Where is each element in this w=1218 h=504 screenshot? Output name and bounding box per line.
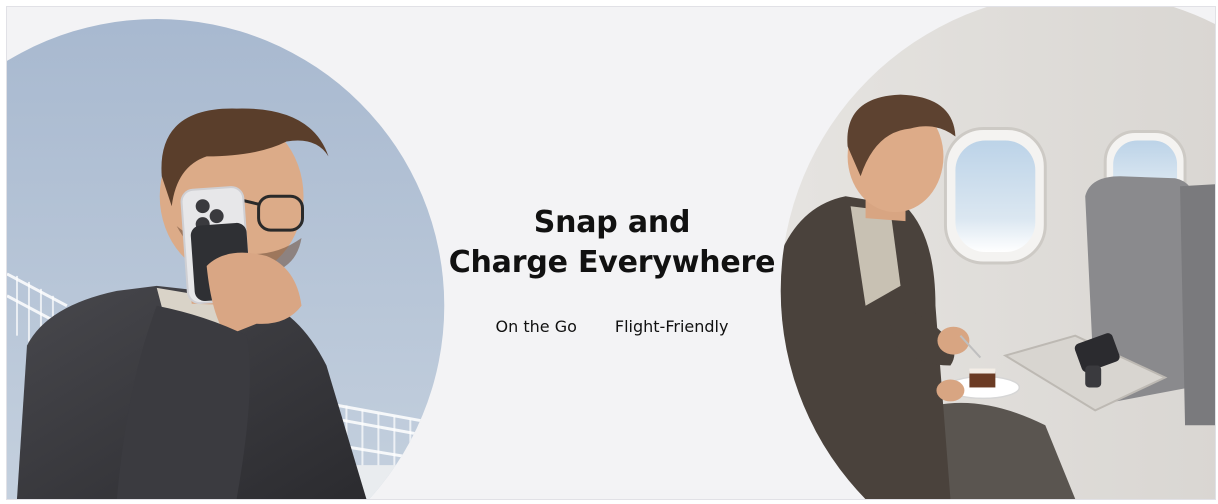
feature-links: On the Go Flight-Friendly	[447, 317, 777, 336]
headline-line-2: Charge Everywhere	[448, 245, 776, 280]
banner-content: Snap and Charge Everywhere On the Go Fli…	[447, 203, 777, 336]
hero-banner: Snap and Charge Everywhere On the Go Fli…	[6, 6, 1216, 500]
banner-headline: Snap and Charge Everywhere	[447, 203, 777, 283]
headline-line-1: Snap and	[533, 205, 691, 240]
feature-flight-friendly[interactable]: Flight-Friendly	[615, 317, 729, 336]
feature-on-the-go[interactable]: On the Go	[496, 317, 577, 336]
